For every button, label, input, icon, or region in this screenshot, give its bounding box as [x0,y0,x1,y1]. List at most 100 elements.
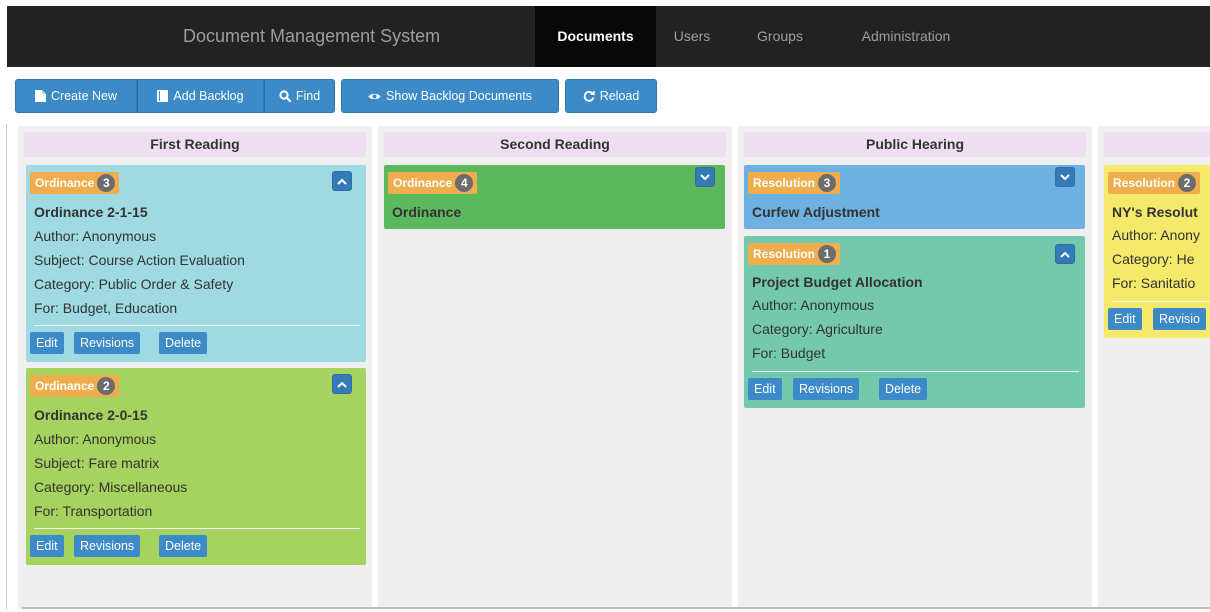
delete-button[interactable]: Delete [879,378,928,400]
count-badge: 3 [818,174,836,192]
revisions-button[interactable]: Revisions [74,332,141,354]
type-label: Ordinance 3 [30,172,120,194]
edit-button[interactable]: Edit [30,535,64,557]
chevron-up-icon [337,381,347,388]
revisions-button[interactable]: Revisio [1153,308,1206,330]
document-for: For: Sanitatio [1112,275,1196,291]
chevron-down-icon [700,173,710,181]
refresh-icon [583,90,595,102]
card-divider [1112,301,1210,302]
expand-toggle-button[interactable] [1055,167,1075,187]
reload-label: Reload [599,89,640,103]
type-label-text: Resolution [753,247,815,261]
column-first-reading: First Reading Ordinance 3 Ordinance 2-1-… [18,126,372,609]
nav-documents[interactable]: Documents [535,6,656,67]
column-public-hearing: Public Hearing Resolution 3 Curfew Adjus… [738,126,1092,609]
type-label: Resolution 2 [1108,172,1200,194]
document-category: Category: Agriculture [752,321,883,337]
count-badge: 2 [97,377,116,395]
document-title: Curfew Adjustment [752,204,880,220]
type-label: Resolution 3 [748,172,840,194]
edit-button[interactable]: Edit [1108,308,1142,330]
nav-users[interactable]: Users [666,6,718,67]
type-label-text: Resolution [1113,176,1175,190]
document-author: Author: Anonymous [752,297,875,313]
show-backlog-label: Show Backlog Documents [386,89,532,103]
card-divider [34,528,360,529]
collapse-toggle-button[interactable] [332,374,352,394]
type-label-text: Ordinance [35,176,95,190]
count-badge: 4 [455,174,474,192]
document-for: For: Budget, Education [34,300,178,316]
count-badge: 3 [97,174,116,192]
add-backlog-label: Add Backlog [173,89,244,103]
document-card: Ordinance 3 Ordinance 2-1-15 Author: Ano… [26,165,366,362]
document-subject: Subject: Course Action Evaluation [34,252,245,268]
delete-button[interactable]: Delete [159,535,208,557]
column-title: Second Reading [384,132,726,157]
document-title: Ordinance 2-0-15 [34,407,148,423]
document-author: Author: Anony [1112,227,1200,243]
document-subject: Subject: Fare matrix [34,455,160,471]
type-label-text: Ordinance [393,176,453,190]
navbar: Document Management System Documents Use… [7,6,1210,67]
document-author: Author: Anonymous [34,431,157,447]
document-for: For: Transportation [34,503,153,519]
column-second-reading: Second Reading Ordinance 4 Ordinance [378,126,732,609]
chevron-down-icon [1060,173,1070,181]
document-title: Project Budget Allocation [752,274,923,290]
search-icon [279,90,291,102]
card-divider [752,371,1079,372]
create-new-label: Create New [51,89,117,103]
nav-groups[interactable]: Groups [745,6,815,67]
type-label-text: Ordinance [35,379,95,393]
document-category: Category: Miscellaneous [34,479,188,495]
type-label-text: Resolution [753,176,815,190]
count-badge: 2 [1178,174,1196,192]
type-label: Resolution 1 [748,243,840,265]
add-backlog-button[interactable]: Add Backlog [137,79,264,113]
document-author: Author: Anonymous [34,228,157,244]
document-title: Ordinance [392,204,462,220]
edit-button[interactable]: Edit [30,332,64,354]
card-divider [34,325,360,326]
document-title: NY's Resolut [1112,204,1198,220]
chevron-up-icon [337,178,347,185]
document-category: Category: He [1112,251,1195,267]
type-label: Ordinance 2 [30,375,120,397]
edit-button[interactable]: Edit [748,378,782,400]
document-card: Resolution 1 Project Budget Allocation A… [744,236,1085,408]
eye-icon [368,92,381,101]
count-badge: 1 [818,245,836,263]
document-card: Ordinance 2 Ordinance 2-0-15 Author: Ano… [26,368,366,565]
column-partial: Resolution 2 NY's Resolut Author: Anony … [1098,126,1210,609]
document-card: Resolution 2 NY's Resolut Author: Anony … [1104,165,1210,338]
nav-administration[interactable]: Administration [845,6,967,67]
document-card: Resolution 3 Curfew Adjustment [744,165,1085,229]
column-title [1104,132,1210,157]
document-title: Ordinance 2-1-15 [34,204,148,220]
toolbar-button-group: Create New Add Backlog Find [15,79,335,113]
delete-button[interactable]: Delete [159,332,208,354]
collapse-toggle-button[interactable] [332,171,352,191]
revisions-button[interactable]: Revisions [74,535,141,557]
create-new-button[interactable]: Create New [15,79,137,113]
find-label: Find [295,89,321,103]
show-backlog-button[interactable]: Show Backlog Documents [341,79,559,113]
column-title: Public Hearing [744,132,1086,157]
revisions-button[interactable]: Revisions [793,378,860,400]
expand-toggle-button[interactable] [695,167,715,187]
board-left-border [6,124,7,610]
collapse-toggle-button[interactable] [1055,244,1075,264]
find-button[interactable]: Find [264,79,335,113]
document-category: Category: Public Order & Safety [34,276,234,292]
book-icon [157,90,169,102]
board-bottom-border [22,607,1210,609]
type-label: Ordinance 4 [388,172,478,194]
document-card: Ordinance 4 Ordinance [384,165,725,229]
column-title: First Reading [24,132,366,157]
app-brand[interactable]: Document Management System [183,6,440,67]
chevron-up-icon [1060,251,1070,258]
document-for: For: Budget [752,345,826,361]
reload-button[interactable]: Reload [565,79,657,113]
